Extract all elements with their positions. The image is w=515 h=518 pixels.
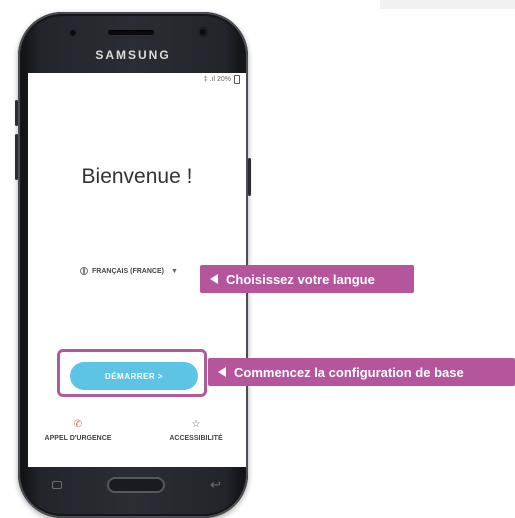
battery-icon <box>234 75 240 84</box>
language-callout-text: Choisissez votre langue <box>226 271 375 287</box>
recent-apps-icon[interactable] <box>52 481 62 489</box>
navigation-bar: ↩ <box>28 467 246 506</box>
bixby-button <box>15 134 18 180</box>
front-camera <box>198 27 208 37</box>
welcome-title: Bienvenue ! <box>81 165 193 188</box>
power-button <box>248 158 251 196</box>
emergency-call-label: APPEL D'URGENCE <box>44 435 112 442</box>
volume-button <box>15 100 18 126</box>
start-callout: Commencez la configuration de base <box>208 358 515 386</box>
emergency-call-button[interactable]: ✆ APPEL D'URGENCE <box>38 419 118 442</box>
home-button[interactable] <box>107 477 165 493</box>
sensor-dot <box>70 30 76 36</box>
chevron-down-icon: ▼ <box>170 267 178 275</box>
language-callout: Choisissez votre langue <box>200 265 414 293</box>
globe-icon <box>80 267 88 275</box>
accessibility-icon: ☆ <box>191 419 201 430</box>
language-label: FRANÇAIS (FRANCE) <box>92 267 164 275</box>
corner-panel <box>380 0 515 9</box>
callout-arrow-icon <box>218 367 226 377</box>
brand-logo: SAMSUNG <box>95 48 171 62</box>
start-callout-text: Commencez la configuration de base <box>234 364 464 380</box>
callout-arrow-icon <box>210 274 218 284</box>
start-button-highlight <box>57 349 207 397</box>
phone-icon: ✆ <box>73 419 83 430</box>
status-text: ‡ .ıl 20% <box>203 76 231 83</box>
language-selector[interactable]: FRANÇAIS (FRANCE) ▼ <box>80 267 178 275</box>
back-icon[interactable]: ↩ <box>210 477 221 493</box>
earpiece <box>108 30 154 35</box>
accessibility-label: ACCESSIBILITÉ <box>169 435 223 442</box>
status-bar: ‡ .ıl 20% <box>204 75 240 84</box>
accessibility-button[interactable]: ☆ ACCESSIBILITÉ <box>156 419 236 442</box>
